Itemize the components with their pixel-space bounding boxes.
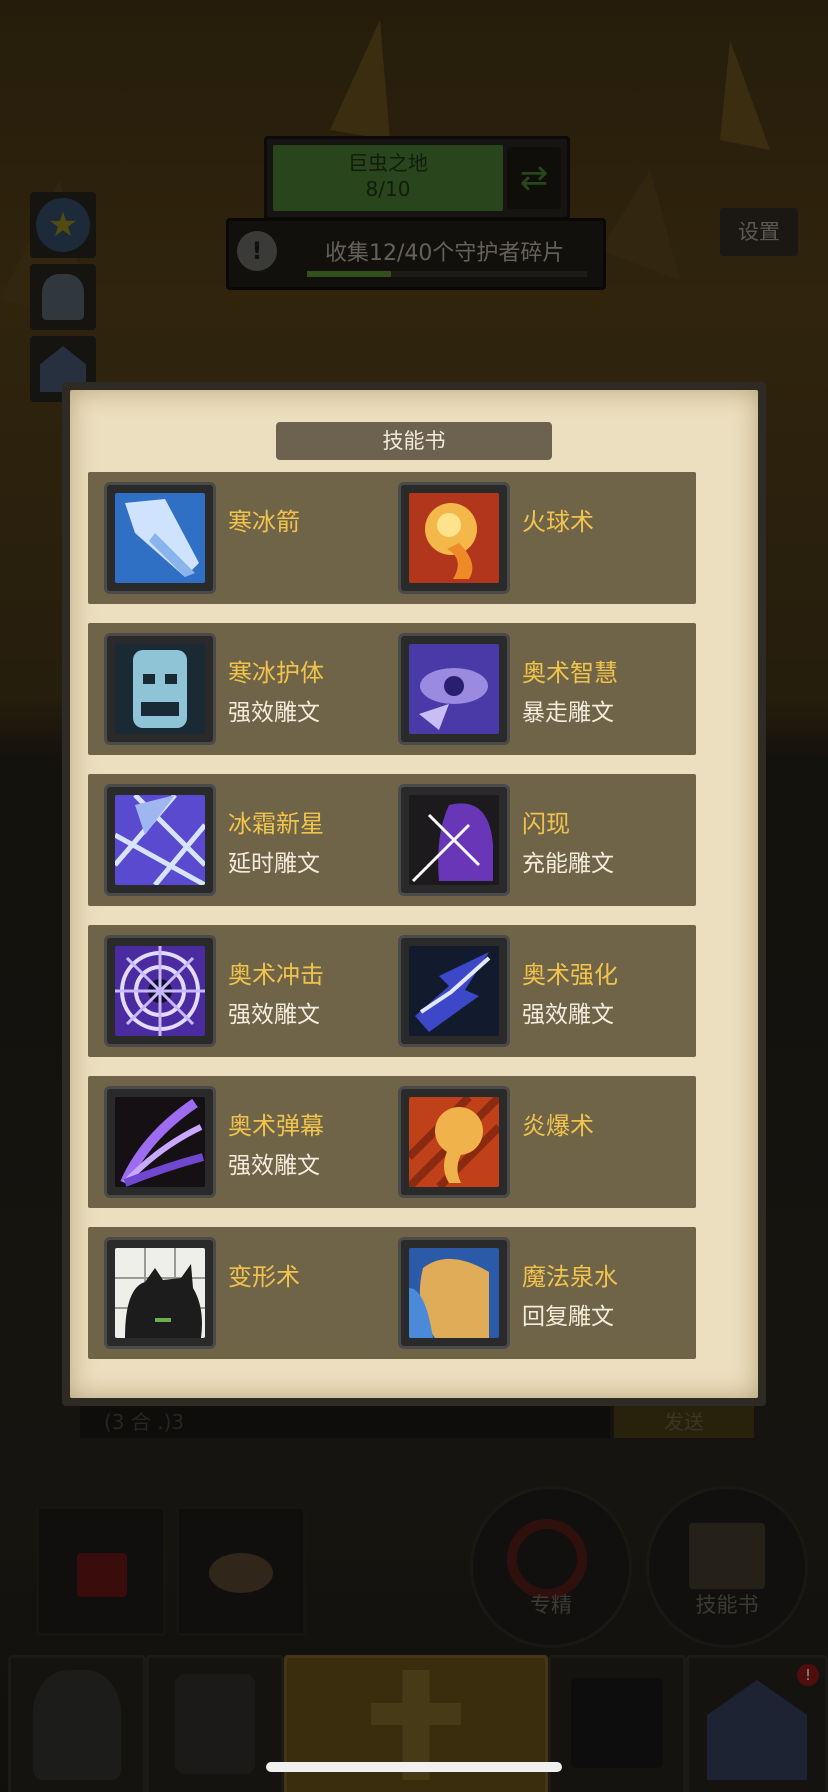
skill-icon-frame [398,784,510,896]
arcane-power-icon [409,946,499,1036]
skill-name: 变形术 [228,1263,300,1291]
skill-icon-frame [104,784,216,896]
skill-card[interactable]: 奥术弹幕 强效雕文 [88,1076,402,1208]
arcane-blast-icon [115,946,205,1036]
skill-name: 冰霜新星 [228,810,324,838]
skill-rune: 回复雕文 [522,1304,614,1330]
arcane-intellect-icon [409,644,499,734]
arcane-barrage-icon [115,1097,205,1187]
skill-card[interactable]: 炎爆术 [382,1076,696,1208]
skill-card[interactable]: 奥术冲击 强效雕文 [88,925,402,1057]
skill-card[interactable]: 奥术强化 强效雕文 [382,925,696,1057]
skill-name: 闪现 [522,810,570,838]
skill-icon-frame [398,633,510,745]
mana-fountain-icon [409,1248,499,1338]
skill-icon-frame [104,482,216,594]
skill-rune: 暴走雕文 [522,700,614,726]
skill-card[interactable]: 寒冰箭 [88,472,402,604]
skill-card[interactable]: 魔法泉水 回复雕文 [382,1227,696,1359]
skill-rune: 延时雕文 [228,851,320,877]
skill-card[interactable]: 冰霜新星 延时雕文 [88,774,402,906]
skill-rune: 强效雕文 [228,1002,320,1028]
skill-card[interactable]: 寒冰护体 强效雕文 [88,623,402,755]
skill-icon-frame [104,1086,216,1198]
skill-book-panel: 技能书 寒冰箭 火球术 寒冰护体 强效雕文 奥术智慧 暴走雕文 冰霜新星 延时雕文 闪现 充能雕文… [70,390,758,1398]
skill-name: 寒冰箭 [228,508,300,536]
skill-rune: 充能雕文 [522,851,614,877]
skill-book-title: 技能书 [276,422,552,460]
skill-name: 炎爆术 [522,1112,594,1140]
skill-card[interactable]: 火球术 [382,472,696,604]
skill-icon-frame [398,935,510,1047]
skill-icon-frame [398,482,510,594]
skill-rune: 强效雕文 [228,700,320,726]
skill-icon-frame [398,1086,510,1198]
skill-rune: 强效雕文 [228,1153,320,1179]
skill-name: 奥术强化 [522,961,618,989]
skill-name: 魔法泉水 [522,1263,618,1291]
pyroblast-icon [409,1097,499,1187]
frost-bolt-icon [115,493,205,583]
skill-name: 奥术智慧 [522,659,618,687]
skill-name: 寒冰护体 [228,659,324,687]
skill-icon-frame [104,1237,216,1349]
skill-name: 火球术 [522,508,594,536]
fireball-icon [409,493,499,583]
skill-name: 奥术弹幕 [228,1112,324,1140]
blink-icon [409,795,499,885]
skill-icon-frame [398,1237,510,1349]
skill-name: 奥术冲击 [228,961,324,989]
skill-card[interactable]: 闪现 充能雕文 [382,774,696,906]
skill-book-modal: 技能书 寒冰箭 火球术 寒冰护体 强效雕文 奥术智慧 暴走雕文 冰霜新星 延时雕文 闪现 充能雕文… [62,382,766,1406]
frost-nova-icon [115,795,205,885]
home-indicator [266,1762,562,1772]
skill-icon-frame [104,935,216,1047]
skill-card[interactable]: 奥术智慧 暴走雕文 [382,623,696,755]
skill-card[interactable]: 变形术 [88,1227,402,1359]
skill-icon-frame [104,633,216,745]
polymorph-icon [115,1248,205,1338]
skill-rune: 强效雕文 [522,1002,614,1028]
ice-barrier-icon [115,644,205,734]
